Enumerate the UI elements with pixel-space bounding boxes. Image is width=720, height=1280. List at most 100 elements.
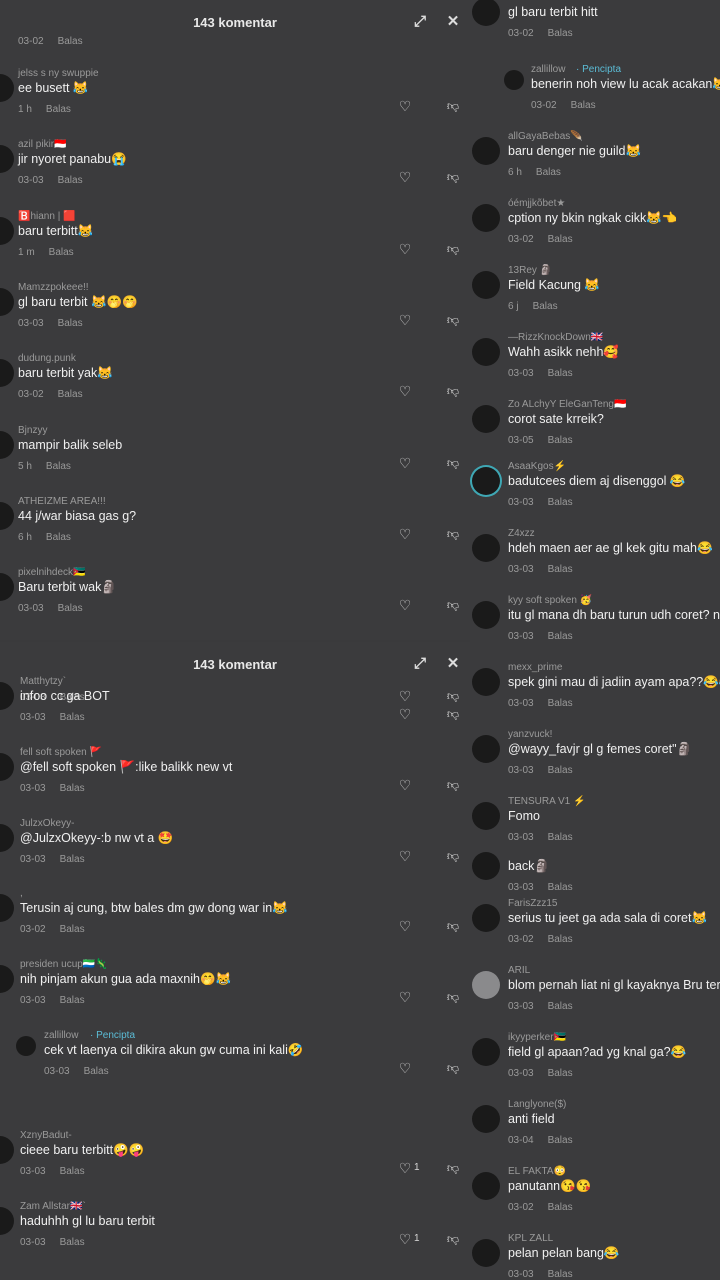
avatar[interactable] [472,852,500,880]
comment-username[interactable]: pixelnihdeck🇲🇿 [18,567,86,578]
heart-icon[interactable]: ♡ [397,989,413,1005]
reply-button[interactable]: Balas [533,301,558,312]
comment-username[interactable]: Matthytzy` [20,676,66,687]
avatar[interactable] [0,74,14,102]
reply-button[interactable]: Balas [548,564,573,575]
avatar[interactable] [472,668,500,696]
reply-button[interactable]: Balas [58,603,83,614]
dislike-icon[interactable]: 👎︎ [445,383,461,399]
comment-username[interactable]: Zo ALchyY EleGanTeng🇮🇩 [508,399,626,410]
reply-button[interactable]: Balas [571,100,596,111]
dislike-icon[interactable]: 👎︎ [445,98,461,114]
avatar[interactable] [0,1207,14,1235]
reply-button[interactable]: Balas [548,631,573,642]
reply-button[interactable]: Balas [60,783,85,794]
avatar[interactable] [472,0,500,26]
dislike-icon[interactable]: 👎︎ [445,989,461,1005]
expand-icon[interactable]: ⤢ [412,656,428,672]
avatar[interactable] [472,971,500,999]
reply-button[interactable]: Balas [60,1166,85,1177]
reply-button[interactable]: Balas [58,389,83,400]
avatar[interactable] [472,1038,500,1066]
heart-icon[interactable]: ♡ [397,848,413,864]
comment-username[interactable]: TENSURA V1 ⚡ [508,796,585,807]
comment-username[interactable]: zallillow [531,64,565,75]
comment-username[interactable]: ATHEIZME AREA!!! [18,496,106,507]
avatar[interactable] [16,1036,36,1056]
reply-button[interactable]: Balas [548,832,573,843]
dislike-icon[interactable]: 👎︎ [445,455,461,471]
comment-username[interactable]: Zam Allstar🇬🇧` [20,1201,86,1212]
avatar[interactable] [0,359,14,388]
avatar[interactable] [0,430,14,459]
reply-button[interactable]: Balas [548,1001,573,1012]
dislike-icon[interactable]: 👎︎ [445,918,461,934]
avatar[interactable] [472,601,500,629]
heart-icon[interactable]: ♡ [397,312,413,328]
reply-button[interactable]: Balas [60,854,85,865]
reply-button[interactable]: Balas [60,1237,85,1248]
avatar[interactable] [472,802,500,830]
reply-button[interactable]: Balas [548,1269,573,1280]
reply-button[interactable]: Balas [548,1068,573,1079]
avatar[interactable] [472,137,500,165]
reply-button[interactable]: Balas [46,532,71,543]
heart-icon[interactable]: ♡ [397,918,413,934]
comment-username[interactable]: JulzxOkeyy- [20,818,74,829]
heart-icon[interactable]: ♡ [397,455,413,471]
comment-username[interactable]: azil pikir🇮🇩 [18,139,67,150]
heart-icon[interactable]: ♡ [397,1060,413,1076]
avatar[interactable] [472,467,500,495]
comment-username[interactable]: FarisZzz15 [508,898,557,909]
avatar[interactable] [472,534,500,562]
dislike-icon[interactable]: 👎︎ [445,597,461,613]
comment-username[interactable]: Langlyone($) [508,1099,566,1110]
avatar[interactable] [472,405,500,433]
comment-username[interactable]: presiden ucup🇸🇱🦎 [20,959,108,970]
dislike-icon[interactable]: 👎︎ [445,777,461,793]
avatar[interactable] [0,824,14,852]
avatar[interactable] [0,216,14,245]
avatar[interactable] [0,1136,14,1164]
avatar[interactable] [0,287,14,316]
reply-button[interactable]: Balas [548,435,573,446]
reply-button[interactable]: Balas [46,461,71,472]
reply-button[interactable]: Balas [84,1066,109,1077]
comment-username[interactable]: EL FAKTA😳 [508,1166,566,1177]
reply-button[interactable]: Balas [548,1202,573,1213]
reply-button[interactable]: Balas [548,497,573,508]
heart-icon[interactable]: ♡ [397,169,413,185]
comment-username[interactable]: zallillow [44,1030,78,1041]
reply-button[interactable]: Balas [536,167,561,178]
dislike-icon[interactable]: 👎︎ [445,848,461,864]
comment-username[interactable]: óémjjkõbet★ [508,198,565,209]
avatar[interactable] [472,735,500,763]
dislike-icon[interactable]: 👎︎ [445,241,461,257]
dislike-icon[interactable]: 👎︎ [445,169,461,185]
heart-icon[interactable]: ♡ [397,383,413,399]
avatar[interactable] [472,271,500,299]
reply-button[interactable]: Balas [46,104,71,115]
comment-username[interactable]: AsaaKgos⚡ [508,461,566,472]
dislike-icon[interactable]: 👎︎ [445,1231,461,1247]
dislike-icon[interactable]: 👎︎ [445,706,461,722]
dislike-icon[interactable]: 👎︎ [445,1060,461,1076]
comment-username[interactable]: Mamzzpokeee!! [18,282,89,293]
heart-icon[interactable]: ♡ [397,98,413,114]
avatar[interactable] [0,145,14,174]
reply-button[interactable]: Balas [548,234,573,245]
comment-username[interactable]: allGayaBebas🪶 [508,131,583,142]
avatar[interactable] [504,70,524,90]
reply-button[interactable]: Balas [548,698,573,709]
reply-button[interactable]: Balas [58,318,83,329]
reply-button[interactable]: Balas [548,882,573,893]
comment-username[interactable]: kyy soft spoken 🥳 [508,595,592,606]
comment-username[interactable]: —RizzKnockDown🇬🇧 [508,332,603,343]
comment-username[interactable]: 🅱️hiann | 🟥 [18,211,76,222]
heart-icon[interactable]: ♡ [397,241,413,257]
comment-username[interactable]: XznyBadut- [20,1130,72,1141]
close-icon[interactable]: ✕ [445,656,461,672]
comment-username[interactable]: Z4xzz [508,528,535,539]
heart-icon[interactable]: ♡ [397,526,413,542]
avatar[interactable] [472,1239,500,1267]
